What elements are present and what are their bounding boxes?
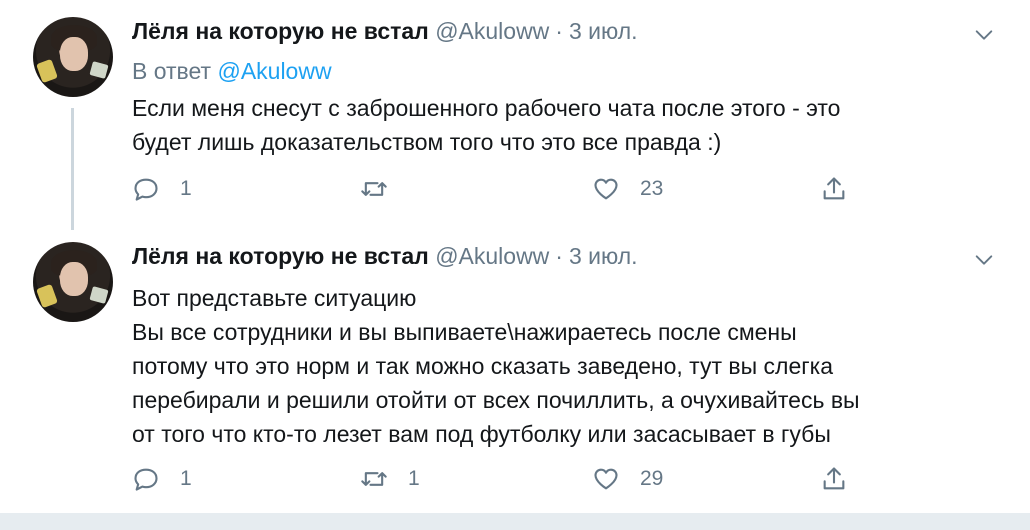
- reply-count: 1: [180, 177, 192, 200]
- chevron-down-icon[interactable]: [973, 24, 995, 46]
- tweet-text: Вот представьте ситуацию Вы все сотрудни…: [132, 281, 860, 451]
- chevron-down-icon[interactable]: [973, 249, 995, 271]
- tweet-text-line: Вы все сотрудники и вы выпиваете\нажирае…: [132, 319, 797, 345]
- separator-dot: ·: [555, 243, 563, 269]
- like-count: 23: [640, 177, 664, 200]
- tweet-text-line: потому что это норм и так можно сказать …: [132, 353, 833, 379]
- reply-button[interactable]: 1: [132, 464, 192, 494]
- tweet-text-line: Если меня снесут с заброшенного рабочего…: [132, 95, 841, 121]
- tweet-text-line: будет лишь доказательством того что это …: [132, 129, 722, 155]
- tweet-header: Лёля на которую не встал @Akuloww · 3 июл.: [132, 243, 638, 270]
- share-button[interactable]: [820, 174, 848, 204]
- tweet-header: Лёля на которую не встал @Akuloww · 3 июл.: [132, 18, 638, 45]
- thread-line: [71, 108, 74, 230]
- retweet-button[interactable]: [360, 174, 408, 204]
- reply-count: 1: [180, 467, 192, 490]
- display-name[interactable]: Лёля на которую не встал: [132, 18, 429, 44]
- reply-icon: [134, 178, 158, 201]
- separator-dot: ·: [555, 18, 563, 44]
- tweet-date[interactable]: 3 июл.: [569, 243, 638, 269]
- retweet-button[interactable]: 1: [360, 464, 420, 494]
- user-handle[interactable]: @Akuloww: [435, 243, 549, 269]
- reply-context: В ответ @Akuloww: [132, 58, 332, 85]
- tweet[interactable]: Лёля на которую не встал @Akuloww · 3 июл.…: [0, 0, 1030, 230]
- like-icon: [594, 468, 618, 490]
- reply-mention-link[interactable]: @Akuloww: [217, 58, 331, 84]
- tweet-text: Если меня снесут с заброшенного рабочего…: [132, 91, 840, 159]
- share-icon: [823, 467, 845, 490]
- share-button[interactable]: [820, 464, 848, 494]
- reply-button[interactable]: 1: [132, 174, 192, 204]
- tweet[interactable]: Лёля на которую не встал @Akuloww · 3 июл.…: [0, 225, 1030, 515]
- tweet-date[interactable]: 3 июл.: [569, 18, 638, 44]
- reply-icon: [134, 468, 158, 491]
- tweet-text-line: от того что кто-то лезет вам под футболк…: [132, 421, 831, 447]
- retweet-count: 1: [408, 467, 420, 490]
- retweet-icon: [361, 472, 387, 486]
- retweet-icon: [361, 182, 387, 196]
- display-name[interactable]: Лёля на которую не встал: [132, 243, 429, 269]
- user-handle[interactable]: @Akuloww: [435, 18, 549, 44]
- tweet-actions: 1 1 29: [132, 464, 862, 494]
- share-icon: [823, 177, 845, 200]
- tweet-text-line: Вот представьте ситуацию: [132, 285, 417, 311]
- tweet-actions: 1 23: [132, 174, 862, 204]
- reply-prefix: В ответ: [132, 58, 212, 84]
- like-button[interactable]: 23: [592, 174, 663, 204]
- tweet-text-line: перебирали и решили отойти от всех почил…: [132, 387, 860, 413]
- like-count: 29: [640, 467, 664, 490]
- like-button[interactable]: 29: [592, 464, 663, 494]
- avatar[interactable]: [33, 242, 113, 322]
- like-icon: [594, 178, 618, 200]
- timeline-footer-bar: [0, 513, 1030, 530]
- avatar[interactable]: [33, 17, 113, 97]
